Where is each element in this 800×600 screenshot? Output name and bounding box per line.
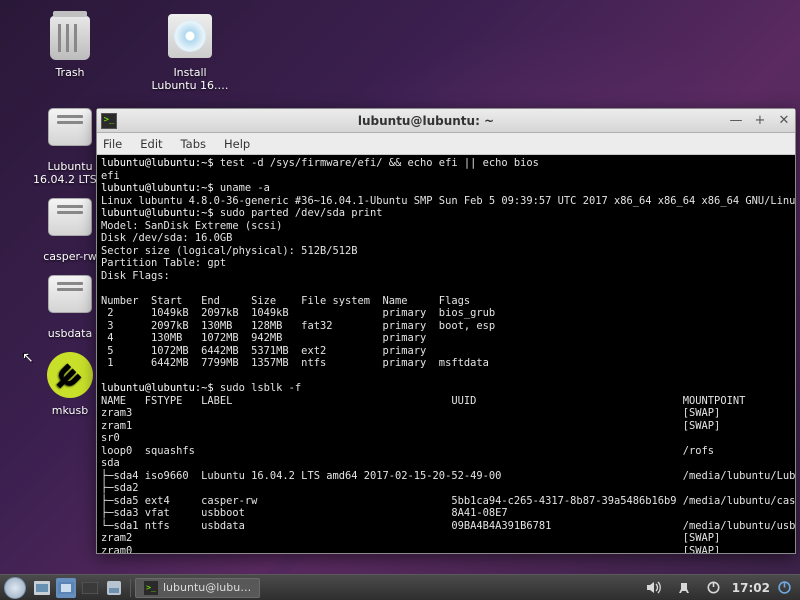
menu-file[interactable]: File [103,137,122,151]
menu-tabs[interactable]: Tabs [181,137,206,151]
drive-icon [48,108,92,146]
window-maximize-button[interactable]: + [753,113,767,128]
trash-icon [50,16,90,60]
mouse-cursor-icon: ↖ [22,350,34,366]
desktop-icon-trash[interactable]: Trash [30,14,110,92]
mkusb-icon [47,352,93,398]
file-manager-launcher[interactable] [32,578,52,598]
terminal-window: >_ lubuntu@lubuntu: ~ — + ✕ File Edit Ta… [96,108,796,554]
desktop-icon-label: Install Lubuntu 16.… [150,66,230,92]
drive-icon [48,198,92,236]
window-close-button[interactable]: ✕ [777,113,791,128]
menu-help[interactable]: Help [224,137,250,151]
window-titlebar[interactable]: >_ lubuntu@lubuntu: ~ — + ✕ [97,109,795,133]
desktop-icon-install[interactable]: Install Lubuntu 16.… [150,14,230,92]
start-menu-button[interactable] [4,577,26,599]
pager-workspace-2[interactable] [80,578,100,598]
window-title: lubuntu@lubuntu: ~ [123,114,729,128]
taskbar-task-terminal[interactable]: >_ lubuntu@lubu… [135,578,260,598]
taskbar-separator [130,579,131,597]
volume-icon[interactable] [644,578,664,598]
terminal-app-icon: >_ [144,581,158,595]
show-desktop-button[interactable] [104,578,124,598]
network-icon[interactable] [674,578,694,598]
taskbar: >_ lubuntu@lubu… 17:02 [0,574,800,600]
terminal-body[interactable]: lubuntu@lubuntu:~$ test -d /sys/firmware… [97,155,795,553]
drive-icon [48,275,92,313]
pager-workspace-1[interactable] [56,578,76,598]
taskbar-clock[interactable]: 17:02 [732,581,770,595]
terminal-app-icon: >_ [101,113,117,129]
window-menubar: File Edit Tabs Help [97,133,795,155]
desktop-icon-label: Trash [30,66,110,79]
menu-edit[interactable]: Edit [140,137,162,151]
power-icon[interactable] [704,578,724,598]
taskbar-task-label: lubuntu@lubu… [163,581,251,594]
window-minimize-button[interactable]: — [729,113,743,128]
logout-icon[interactable] [774,578,794,598]
installer-icon [168,14,212,58]
system-tray [642,578,726,598]
